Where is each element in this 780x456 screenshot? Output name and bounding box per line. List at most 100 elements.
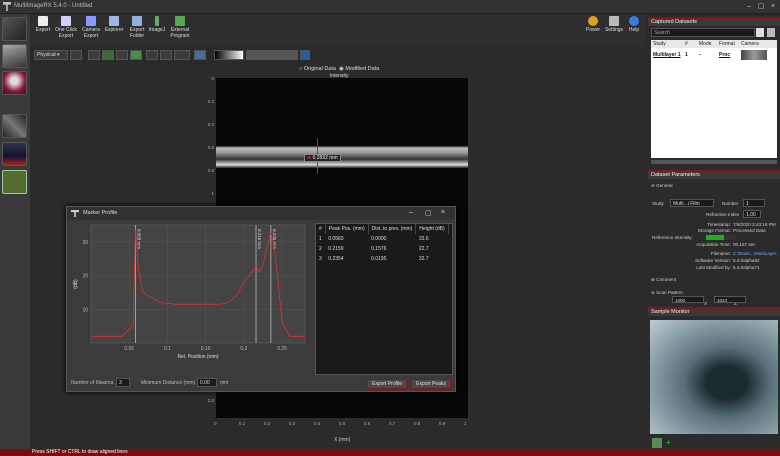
table-cell: 1 bbox=[319, 236, 322, 242]
min-distance-label: Minimum Distance (mm) bbox=[141, 380, 196, 386]
x-tick-label: 0.05 bbox=[124, 346, 134, 352]
explorer-icon bbox=[109, 16, 119, 26]
tool-probe-icon[interactable] bbox=[2, 71, 27, 95]
sample-monitor-image bbox=[650, 320, 778, 434]
export-folder-button[interactable]: Export Folder bbox=[126, 16, 148, 46]
image-gray-icon[interactable] bbox=[116, 50, 128, 60]
maximize-button[interactable]: ▢ bbox=[756, 2, 766, 11]
peak-marker-label: 0.216 mm bbox=[257, 229, 262, 249]
drop-icon[interactable] bbox=[160, 50, 172, 60]
table-row[interactable]: 1 0.0583 0.0000 33.6 bbox=[316, 234, 448, 244]
x-tick-label: 0.1 bbox=[164, 346, 171, 352]
camera-export-button[interactable]: Camera Export bbox=[80, 16, 102, 46]
x-tick-label: 0.15 bbox=[201, 346, 211, 352]
dataset-parameters-header: Dataset Parameters bbox=[648, 170, 780, 179]
comment-section[interactable]: ⊕ Comment bbox=[651, 277, 676, 283]
dataset-row[interactable]: Multilayer 1 1 ⌐ Proc bbox=[651, 48, 777, 62]
mode-select[interactable]: Physical ▾ bbox=[34, 50, 68, 60]
layer-band bbox=[216, 146, 468, 168]
study-field[interactable]: Multi...i Film bbox=[670, 199, 714, 207]
profile-chart[interactable]: 10 20 30 0.05 0.1 0.15 0.2 0.25 Rel. Position (m… bbox=[69, 223, 313, 375]
tool-line-profile-icon[interactable] bbox=[2, 114, 27, 138]
delete-dataset-icon[interactable] bbox=[767, 28, 775, 37]
marker-label: ⊗ 0.2892 mm bbox=[304, 154, 341, 162]
chart-icon[interactable] bbox=[146, 50, 158, 60]
export-icon bbox=[38, 16, 48, 26]
number-field[interactable]: 1 bbox=[743, 199, 765, 207]
ref-intensity-label: Reference Intensity: bbox=[652, 235, 693, 240]
tool-spectrum-icon[interactable] bbox=[2, 142, 27, 166]
table-cell: 0.1576 bbox=[371, 246, 387, 252]
x-tick-label: 0.3 bbox=[289, 421, 296, 426]
y-tick-label: 20 bbox=[82, 274, 88, 280]
study-label: Study bbox=[652, 201, 664, 206]
close-button[interactable]: × bbox=[768, 2, 778, 11]
one-click-export-button[interactable]: One Click Export bbox=[54, 16, 78, 46]
acq-value: 00.167 sec bbox=[733, 242, 756, 247]
table-row[interactable]: 3 0.2354 0.0195 32.7 bbox=[316, 254, 448, 264]
min-distance-spinner[interactable]: 0.00 bbox=[197, 378, 217, 387]
export-peaks-button[interactable]: Export Peaks bbox=[411, 379, 451, 389]
add-icon[interactable]: + bbox=[666, 438, 671, 447]
radio-original[interactable]: ○ Original Data bbox=[299, 66, 336, 72]
table-cell: 0.0583 bbox=[328, 236, 344, 242]
dataset-table-header: Study # Mode Format Camera bbox=[651, 40, 777, 48]
num-maxima-spinner[interactable]: 3 bbox=[116, 378, 130, 387]
radio-modified[interactable]: ◉ Modified Data bbox=[339, 66, 379, 72]
image-green-icon[interactable] bbox=[130, 50, 142, 60]
table-cell: 0.0000 bbox=[371, 236, 387, 242]
tool-layer-view-icon[interactable] bbox=[2, 170, 27, 194]
peak-column-header: # bbox=[316, 224, 326, 234]
peak-column-header: Peak Pos. (mm) bbox=[325, 224, 369, 234]
flip-icon[interactable] bbox=[194, 50, 206, 60]
x-axis: 0 0.1 0.2 0.3 0.4 0.5 0.6 0.7 0.8 0.9 1 bbox=[214, 418, 468, 432]
minimize-button[interactable]: – bbox=[744, 2, 754, 11]
table-cell: 0.0195 bbox=[371, 256, 387, 262]
palette-icon[interactable] bbox=[174, 50, 190, 60]
collapse-icon: ⊖ bbox=[651, 290, 655, 295]
dialog-title-bar: Marker Profile bbox=[67, 207, 455, 220]
tool-3d-view-icon[interactable] bbox=[2, 17, 27, 41]
gradient-slider[interactable] bbox=[214, 50, 244, 60]
export-profile-button[interactable]: Export Profile bbox=[367, 379, 407, 389]
export-button[interactable]: Export bbox=[34, 16, 52, 46]
dialog-close-button[interactable]: × bbox=[441, 209, 445, 216]
scan-value-x[interactable]: 1000 bbox=[672, 296, 704, 303]
add-dataset-icon[interactable] bbox=[756, 28, 764, 37]
camera-icon bbox=[86, 16, 96, 26]
image-color-icon[interactable] bbox=[102, 50, 114, 60]
center-icon[interactable] bbox=[88, 50, 100, 60]
range-slider[interactable] bbox=[246, 50, 298, 60]
marker-close-icon[interactable]: ⊗ bbox=[307, 155, 311, 161]
refractive-field[interactable]: 1.00 bbox=[743, 210, 761, 218]
power-button[interactable]: Power bbox=[585, 16, 601, 46]
y-tick-label: 10 bbox=[82, 307, 88, 313]
y-tick-label: 2.8 bbox=[207, 398, 214, 403]
view-toolbar: Physical ▾ bbox=[30, 48, 646, 63]
settings-button[interactable]: Settings bbox=[604, 16, 624, 46]
table-cell: 22.7 bbox=[418, 246, 429, 252]
x-tick-label: 0.6 bbox=[364, 421, 371, 426]
help-button[interactable]: Help bbox=[627, 16, 641, 46]
dialog-minimize-button[interactable]: – bbox=[409, 209, 413, 216]
external-program-icon bbox=[175, 16, 185, 26]
dialog-maximize-button[interactable]: ▢ bbox=[425, 209, 432, 217]
scan-value-z[interactable]: 1024 bbox=[714, 296, 746, 303]
one-click-export-icon bbox=[61, 16, 71, 26]
filename-link[interactable]: C:\Data\...\MultiLayer... bbox=[733, 251, 779, 256]
external-program-button[interactable]: External Program bbox=[167, 16, 193, 46]
dataset-search-input[interactable]: Search bbox=[651, 28, 755, 37]
refresh-icon[interactable] bbox=[300, 50, 310, 60]
power-icon bbox=[588, 16, 598, 26]
crosshair-icon[interactable] bbox=[70, 50, 82, 60]
explorer-button[interactable]: Explorer bbox=[103, 16, 125, 46]
storage-value: Processed Data bbox=[733, 228, 766, 233]
folder-icon bbox=[132, 16, 142, 26]
imagej-button[interactable]: ImageJ bbox=[148, 16, 166, 46]
scroll-region[interactable] bbox=[651, 160, 777, 164]
tool-cube-icon[interactable] bbox=[2, 44, 27, 68]
window-title: MultiImageRX 5.4.0 - Untitled bbox=[14, 3, 93, 9]
table-row[interactable]: 2 0.2159 0.1576 22.7 bbox=[316, 244, 448, 254]
camera-toggle-icon[interactable] bbox=[652, 438, 662, 448]
general-section[interactable]: ⊖ General bbox=[651, 183, 672, 189]
